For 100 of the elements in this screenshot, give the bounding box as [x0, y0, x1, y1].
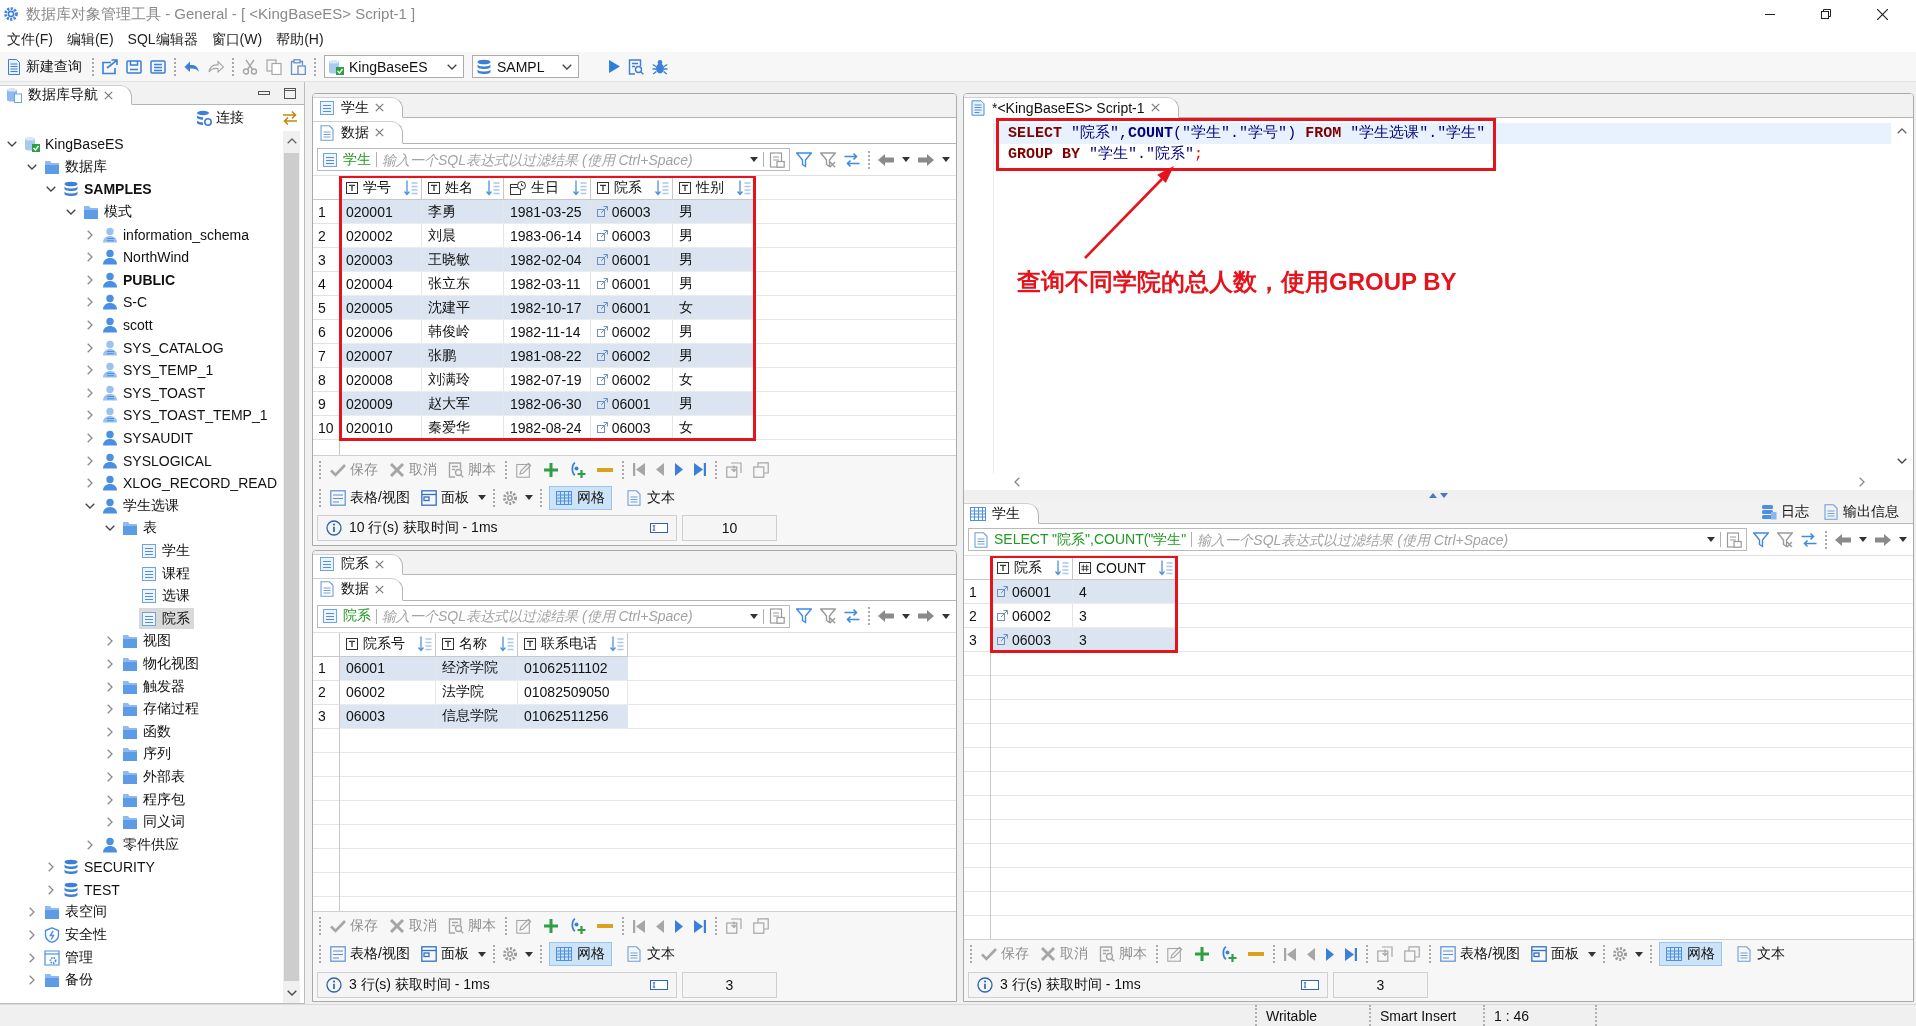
caret-down-icon[interactable]	[1634, 951, 1643, 957]
clipboard-icon[interactable]	[1726, 531, 1742, 548]
chevron-down-icon[interactable]	[46, 186, 56, 193]
record-view-button[interactable]: 表格/视图	[328, 486, 412, 509]
tree-item[interactable]: SYS_TOAST_TEMP_1	[100, 404, 272, 426]
chevron-right-icon[interactable]	[28, 930, 35, 941]
funnel-cross-icon[interactable]	[1777, 531, 1793, 548]
chevron-up-icon[interactable]	[286, 138, 297, 144]
bracket-plus-icon[interactable]	[1221, 946, 1237, 962]
tree-item[interactable]: 函数	[119, 721, 175, 743]
chevron-right-icon[interactable]	[1859, 477, 1865, 487]
chevron-right-icon[interactable]	[48, 884, 54, 895]
chevron-right-icon[interactable]	[87, 478, 93, 489]
tree-item[interactable]: 程序包	[119, 789, 189, 810]
caret-down-icon[interactable]	[942, 157, 950, 162]
chevron-right-icon[interactable]	[87, 229, 93, 240]
tree-item[interactable]: SAMPLES	[61, 179, 156, 200]
plus-icon[interactable]	[1194, 946, 1210, 962]
chevron-right-icon[interactable]	[87, 342, 93, 353]
output-button[interactable]: 输出信息	[1819, 502, 1903, 521]
funnel-icon[interactable]	[796, 151, 812, 168]
column-header[interactable]: 学号	[340, 176, 422, 200]
tree-item[interactable]: 课程	[139, 563, 194, 585]
chevron-left-icon[interactable]	[1014, 477, 1020, 487]
caret-down-icon[interactable]	[477, 495, 486, 500]
arrow-right-icon[interactable]	[918, 153, 934, 166]
chevron-down-icon[interactable]	[26, 163, 37, 170]
column-header[interactable]: 名称	[436, 632, 518, 657]
chevron-down-icon[interactable]	[7, 141, 17, 148]
chevron-right-icon[interactable]	[106, 658, 113, 669]
funnel-icon[interactable]	[1753, 531, 1769, 548]
text-view-button[interactable]: 文本	[618, 485, 682, 510]
tree-item[interactable]: 学生选课	[100, 495, 183, 517]
chevron-right-icon[interactable]	[87, 455, 93, 466]
tree-item[interactable]: 选课	[139, 585, 194, 607]
tree-item[interactable]: SYSAUDIT	[100, 427, 197, 449]
funnel-icon[interactable]	[796, 608, 812, 624]
skip-forward-icon[interactable]	[694, 463, 706, 476]
grid-view-button[interactable]: 网格	[1658, 942, 1722, 966]
record-view-button[interactable]: 表格/视图	[328, 943, 412, 965]
gear-icon[interactable]	[501, 489, 518, 506]
panels-view-button[interactable]: 面板	[418, 943, 471, 965]
document-search-icon[interactable]	[628, 58, 644, 75]
chevron-down-icon[interactable]	[65, 209, 76, 216]
tree-item[interactable]: 同义词	[119, 811, 189, 833]
chevron-right-icon[interactable]	[87, 387, 93, 398]
caret-down-icon[interactable]	[942, 613, 950, 619]
grid-view-button[interactable]: 网格	[548, 485, 612, 510]
arrow-left-icon[interactable]	[878, 153, 894, 166]
chevron-down-icon[interactable]	[85, 502, 95, 509]
chevron-right-icon[interactable]	[106, 749, 113, 760]
tree-item[interactable]: SYS_CATALOG	[100, 337, 228, 359]
skip-forward-icon[interactable]	[1345, 947, 1357, 961]
connection-select[interactable]: KingBaseES	[324, 55, 464, 78]
caret-down-icon[interactable]	[1899, 537, 1907, 542]
chevron-right-icon[interactable]	[87, 320, 93, 331]
clipboard-icon[interactable]	[769, 151, 785, 168]
column-header[interactable]: 姓名	[422, 176, 504, 200]
log-button[interactable]: 日志	[1757, 502, 1813, 521]
chevron-down-icon[interactable]	[104, 525, 115, 532]
filter-input[interactable]: 输入一个SQL表达式以过滤结果 (使用 Ctrl+Space)	[1197, 530, 1702, 549]
tree-item[interactable]: NorthWind	[100, 246, 194, 268]
sort-icon[interactable]	[1158, 559, 1173, 576]
chevron-right-icon[interactable]	[106, 636, 113, 647]
chevron-right-icon[interactable]	[106, 704, 113, 715]
chevron-right-icon[interactable]	[87, 433, 93, 443]
triangle-right-icon[interactable]	[1326, 947, 1334, 961]
triangle-down-icon[interactable]	[1440, 492, 1448, 498]
tab[interactable]: 数据	[313, 577, 403, 601]
sort-icon[interactable]	[404, 179, 418, 196]
menu-item[interactable]: SQL编辑器	[120, 29, 205, 51]
tree-item[interactable]: SECURITY	[61, 856, 159, 878]
swap-arrows-icon[interactable]	[844, 608, 860, 624]
restore-icon[interactable]	[1821, 9, 1831, 19]
arrow-right-icon[interactable]	[918, 610, 934, 622]
menu-item[interactable]: 文件(F)	[0, 29, 60, 51]
chevron-right-icon[interactable]	[87, 297, 93, 308]
chevron-right-icon[interactable]	[87, 274, 93, 285]
maximize-icon[interactable]	[284, 87, 296, 99]
column-header[interactable]: 生日	[504, 176, 591, 200]
grid-view-button[interactable]: 网格	[548, 942, 612, 966]
filter-input[interactable]: 输入一个SQL表达式以过滤结果 (使用 Ctrl+Space)	[382, 606, 745, 626]
record-view-button[interactable]: 表格/视图	[1438, 943, 1522, 965]
filter-field[interactable]: SELECT "院系",COUNT("学生" 输入一个SQL表达式以过滤结果 (使用 Ctrl+Space)	[968, 528, 1747, 551]
plus-icon[interactable]	[543, 918, 559, 934]
tree-item[interactable]: 物化视图	[119, 653, 203, 675]
sort-icon[interactable]	[500, 636, 514, 652]
tree-item[interactable]: information_schema	[100, 224, 254, 246]
new-query-button[interactable]: 新建查询	[4, 54, 84, 79]
chevron-right-icon[interactable]	[28, 907, 35, 918]
close-icon[interactable]	[1877, 8, 1888, 20]
tab[interactable]: 数据	[313, 121, 403, 144]
export-icon[interactable]	[102, 58, 118, 75]
chevron-right-icon[interactable]	[106, 771, 113, 782]
sort-icon[interactable]	[654, 179, 669, 196]
tree-item[interactable]: scott	[100, 314, 157, 336]
triangle-right-icon[interactable]	[675, 463, 683, 476]
chevron-right-icon[interactable]	[106, 681, 113, 692]
tab[interactable]: 院系	[313, 553, 403, 575]
chevron-down-icon[interactable]	[286, 990, 297, 996]
